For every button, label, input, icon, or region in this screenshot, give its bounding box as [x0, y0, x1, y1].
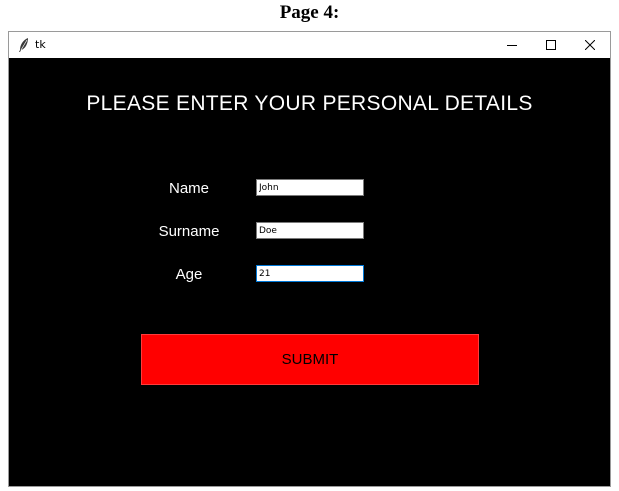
name-label: Name — [168, 180, 209, 197]
minimize-icon — [507, 45, 517, 46]
maximize-icon — [546, 40, 556, 50]
title-bar[interactable]: tk — [9, 32, 610, 58]
surname-label: Surname — [158, 223, 220, 240]
minimize-button[interactable] — [492, 32, 532, 58]
feather-icon — [19, 38, 28, 52]
age-field[interactable] — [256, 265, 364, 282]
name-field[interactable] — [256, 179, 364, 196]
surname-field[interactable] — [256, 222, 364, 239]
form-heading: PLEASE ENTER YOUR PERSONAL DETAILS — [86, 92, 533, 115]
close-icon — [585, 40, 595, 50]
maximize-button[interactable] — [531, 32, 571, 58]
app-window: tk PLEASE ENTER YOUR PERSONAL DETAILS Na… — [8, 31, 611, 487]
window-title: tk — [35, 38, 46, 51]
submit-button[interactable]: SUBMIT — [141, 334, 479, 385]
close-button[interactable] — [570, 32, 610, 58]
page-heading: Page 4: — [279, 2, 340, 23]
age-label: Age — [175, 266, 203, 283]
form-area: PLEASE ENTER YOUR PERSONAL DETAILS Name … — [9, 58, 610, 486]
